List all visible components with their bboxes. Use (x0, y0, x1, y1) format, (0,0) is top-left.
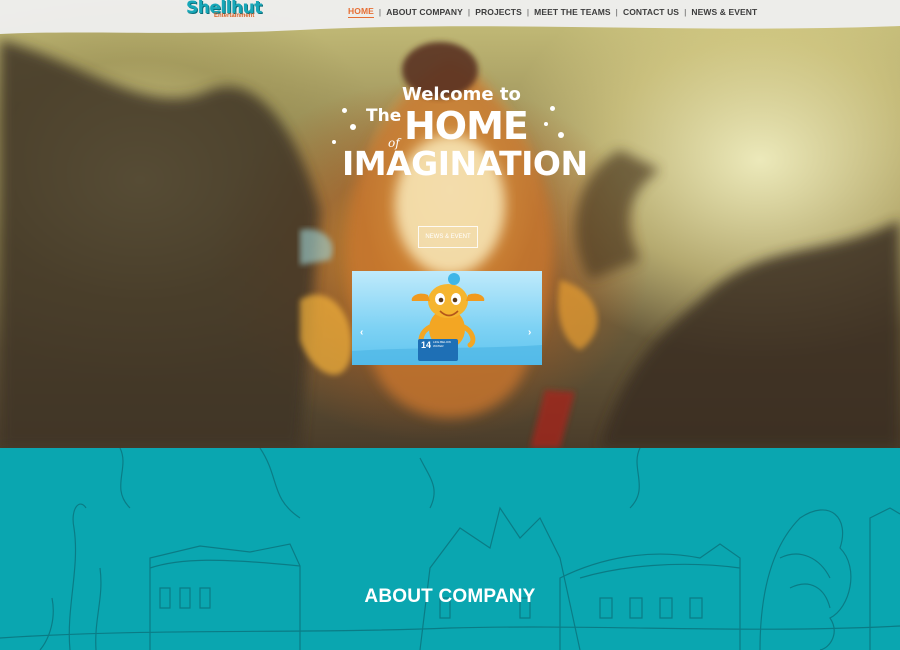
headline-the: The (366, 106, 402, 126)
nav-separator: | (467, 7, 471, 17)
badge-number: 14 (421, 340, 432, 350)
hero-background-art (0, 40, 900, 448)
nav-item-projects[interactable]: PROJECTS (475, 7, 522, 17)
badge-text: LIFE BELOW WATER (433, 340, 452, 348)
about-sketch-illustration (0, 448, 900, 650)
nav-separator: | (526, 7, 530, 17)
hero-headline: Welcome to The HOME of IMAGINATION (330, 84, 588, 194)
chevron-right-icon[interactable]: › (528, 327, 531, 338)
sparkle-icon (550, 106, 555, 111)
nav-separator: | (684, 7, 687, 17)
nav-separator: | (378, 7, 382, 17)
sparkle-icon (544, 122, 548, 126)
headline-home: HOME (404, 104, 529, 148)
logo-tagline: Entertainment (214, 13, 255, 19)
nav-item-meet-the-teams[interactable]: MEET THE TEAMS (534, 7, 611, 17)
image-slider: ‹ › 14 LIFE BELOW WATER (352, 271, 542, 365)
about-section: ABOUT COMPANY (0, 448, 900, 650)
goal-badge: 14 LIFE BELOW WATER (418, 339, 458, 361)
nav-item-contact-us[interactable]: CONTACT US (623, 7, 679, 17)
chevron-left-icon[interactable]: ‹ (360, 327, 363, 338)
nav-item-home[interactable]: HOME (348, 6, 374, 18)
headline-welcome: Welcome to (402, 84, 521, 105)
headline-imagination: IMAGINATION (342, 144, 588, 183)
nav-menu: HOME | ABOUT COMPANY | PROJECTS | MEET T… (348, 6, 757, 18)
about-company-title: ABOUT COMPANY (364, 586, 536, 607)
top-navbar: Shellhut Entertainment HOME | ABOUT COMP… (0, 0, 900, 34)
logo[interactable]: Shellhut Entertainment (186, 0, 262, 24)
nav-separator: | (615, 7, 618, 17)
sparkle-icon (558, 132, 564, 138)
sparkle-icon (342, 108, 347, 113)
nav-item-news-event[interactable]: NEWS & EVENT (691, 7, 757, 17)
sparkle-icon (332, 140, 336, 144)
nav-item-about-company[interactable]: ABOUT COMPANY (386, 7, 463, 17)
news-event-button[interactable]: NEWS & EVENT (418, 226, 478, 248)
sparkle-icon (350, 124, 356, 130)
hero-banner (0, 0, 900, 448)
